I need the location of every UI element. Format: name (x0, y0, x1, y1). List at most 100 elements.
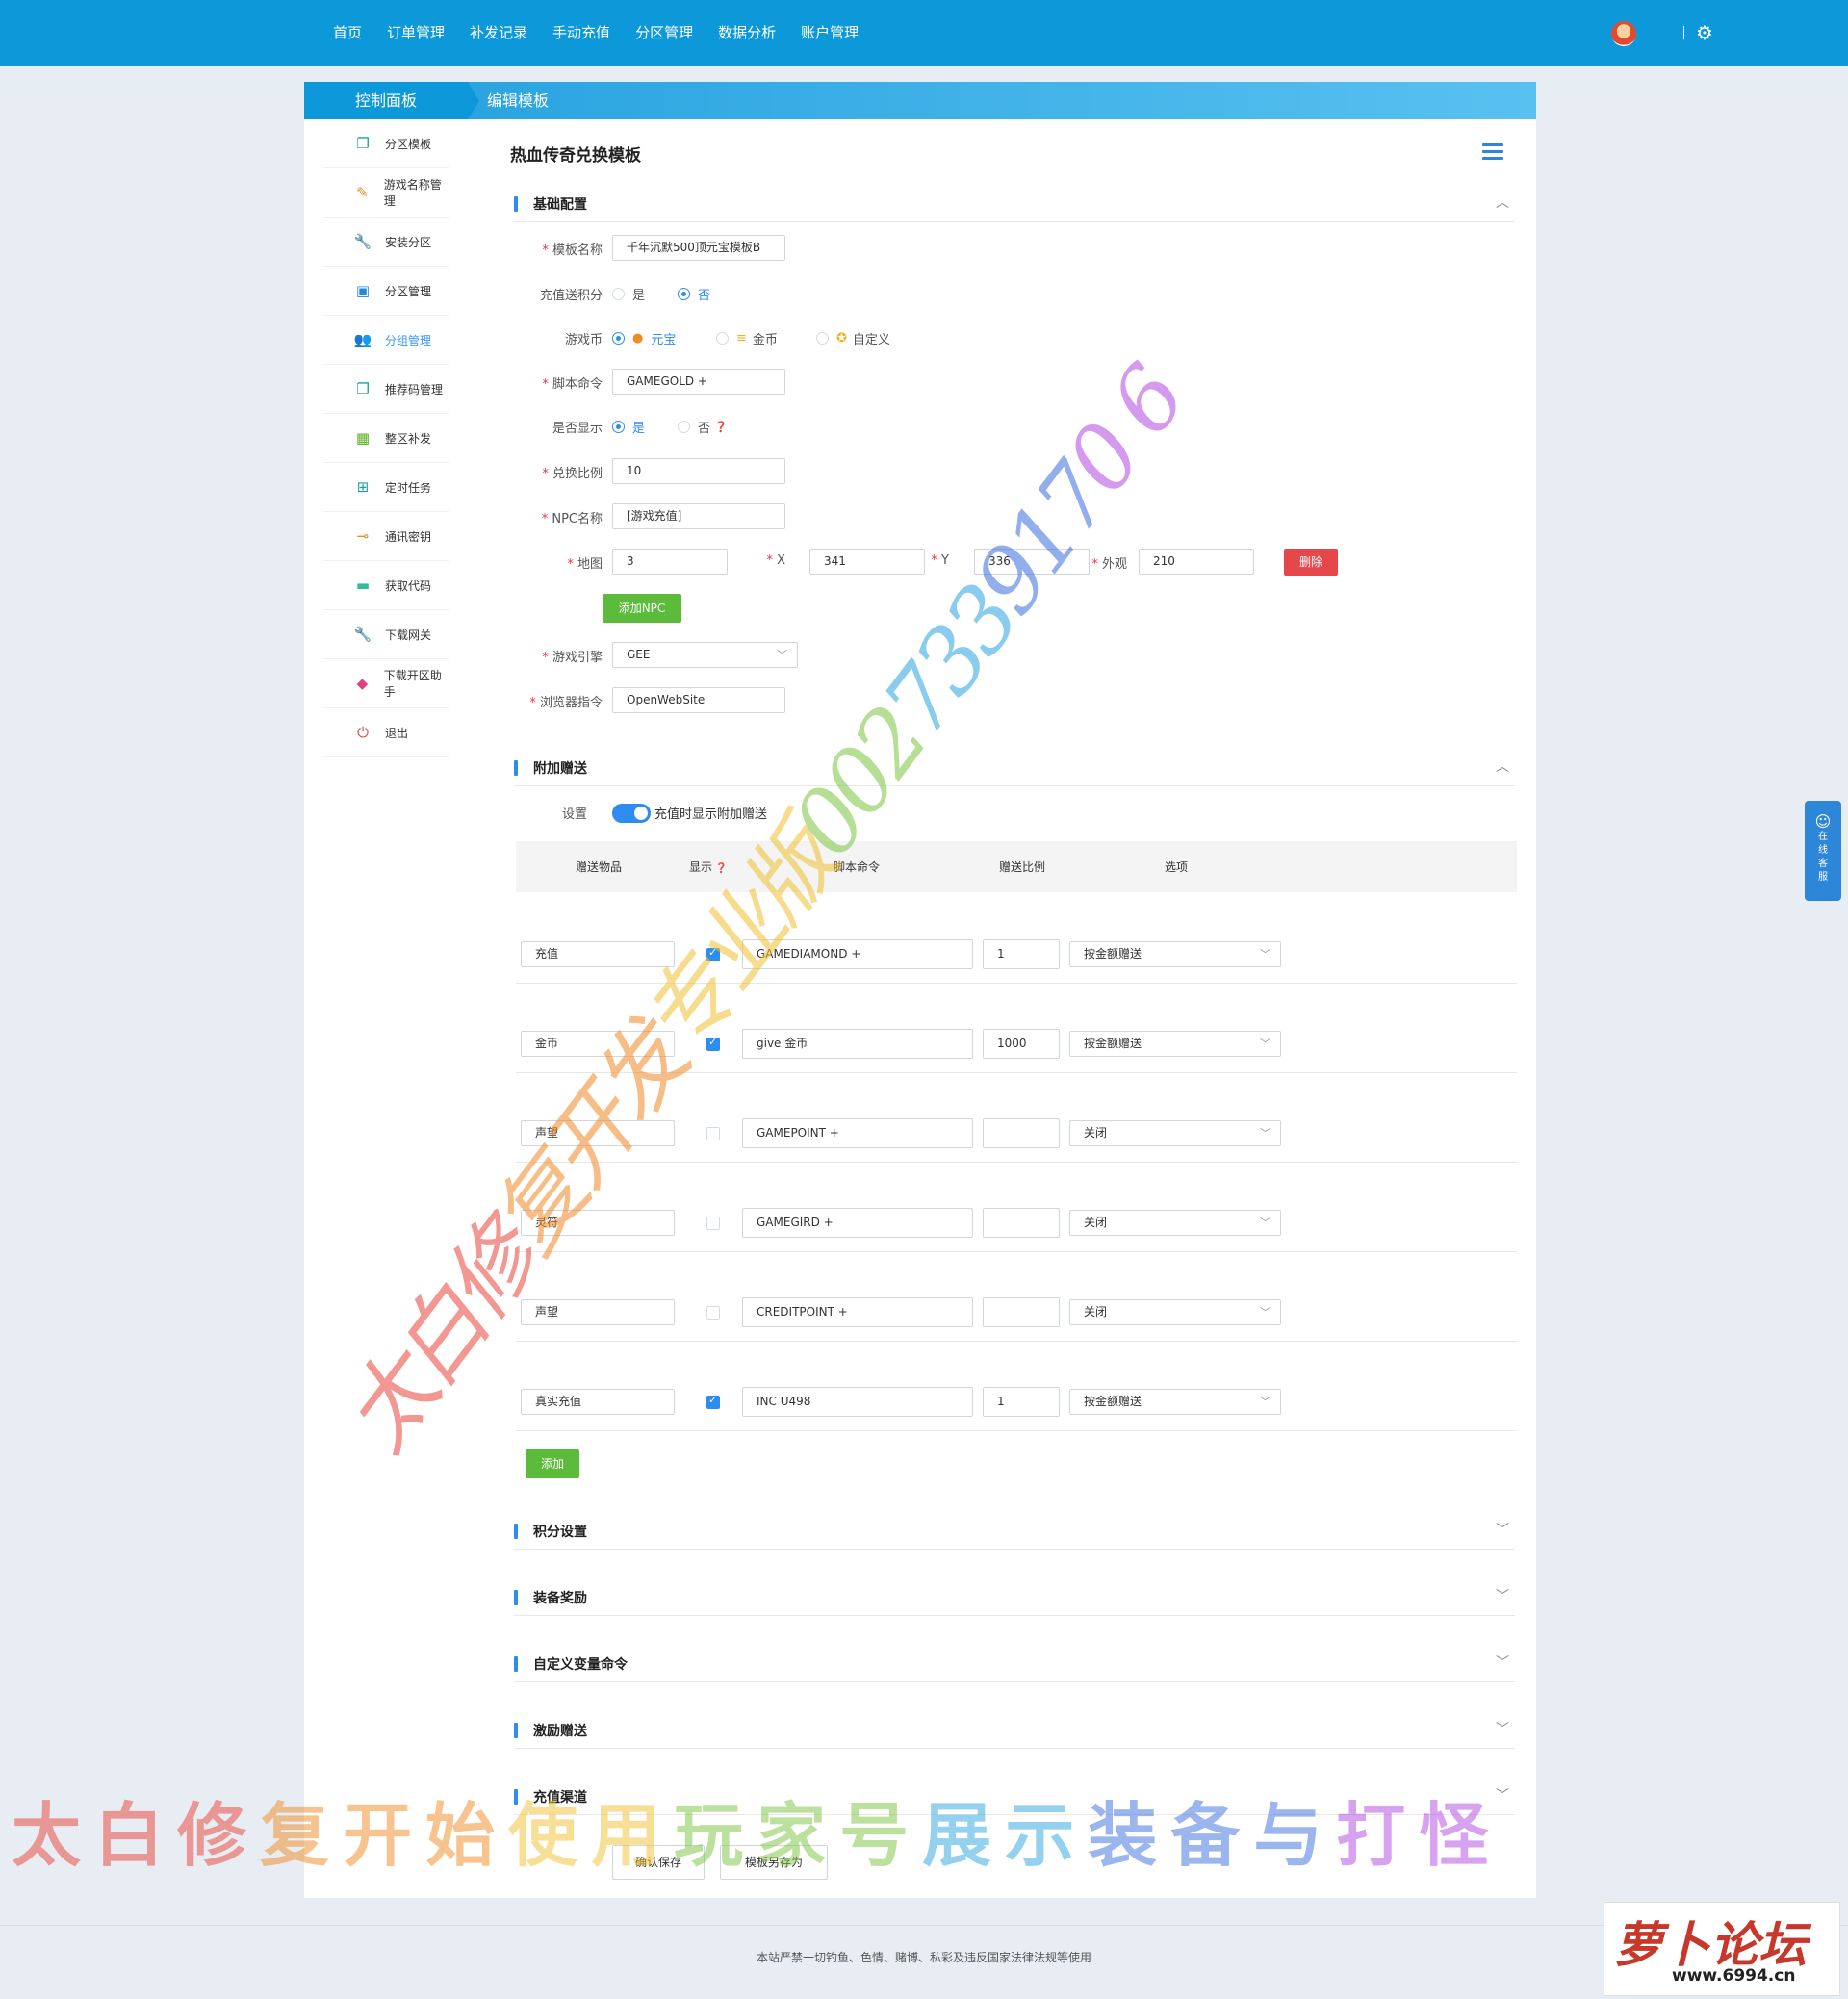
nav-reissue[interactable]: 补发记录 (470, 0, 527, 66)
option-select[interactable]: 按金额赠送 ﹀ (1069, 1031, 1281, 1057)
option-select[interactable]: 关闭 ﹀ (1069, 1210, 1281, 1236)
gift-ratio-input[interactable]: 1000 (983, 1029, 1060, 1059)
gift-ratio-input[interactable] (983, 1118, 1060, 1148)
chevron-down-icon: ﹀ (1260, 1127, 1270, 1140)
x-label: * X (766, 553, 785, 568)
sidebar-item[interactable]: ❐ 分区模板 (323, 119, 449, 168)
nav-zone-manage[interactable]: 分区管理 (635, 0, 693, 66)
wrench-icon: 🔧 (353, 626, 372, 643)
sidebar-item[interactable]: ⊞ 定时任务 (323, 463, 449, 512)
gear-icon[interactable]: ⚙ (1696, 21, 1713, 44)
chevron-up-icon[interactable]: ︿ (1496, 756, 1509, 776)
menu-icon[interactable] (1482, 143, 1503, 164)
x-input[interactable]: 341 (809, 549, 925, 575)
table-header: 赠送物品 显示 ❓ 脚本命令 赠送比例 选项 (516, 841, 1517, 892)
wrench-icon: 🔧 (353, 233, 372, 250)
script-cmd-input[interactable]: GAMEGIRD + (742, 1208, 973, 1238)
browser-cmd-input[interactable]: OpenWebSite (612, 687, 785, 713)
sidebar-item[interactable]: ⏻ 退出 (323, 708, 449, 757)
delete-npc-button[interactable]: 删除 (1284, 549, 1338, 576)
script-cmd-label: * 脚本命令 (542, 377, 603, 392)
extra-toggle[interactable] (612, 804, 651, 823)
map-input[interactable]: 3 (612, 549, 728, 575)
script-cmd-input[interactable]: INC U498 (742, 1387, 973, 1417)
script-cmd-input[interactable]: GAMEGOLD + (612, 369, 785, 395)
option-select[interactable]: 关闭 ﹀ (1069, 1120, 1281, 1146)
ratio-input[interactable]: 10 (612, 458, 785, 484)
points-no-radio[interactable]: 否 (678, 285, 710, 303)
show-checkbox[interactable] (706, 1306, 720, 1320)
sidebar-item[interactable]: ▬ 获取代码 (323, 561, 449, 610)
template-name-label: * 模板名称 (542, 243, 603, 258)
sidebar-item[interactable]: ◆ 下载开区助手 (323, 659, 449, 708)
section-title: 积分设置 (533, 1525, 587, 1540)
show-checkbox[interactable] (706, 1217, 720, 1230)
nav-orders[interactable]: 订单管理 (387, 0, 445, 66)
npc-name-input[interactable]: [游戏充值] (612, 503, 785, 529)
sidebar-item[interactable]: ✎ 游戏名称管理 (323, 168, 449, 218)
nav-manual-recharge[interactable]: 手动充值 (552, 0, 610, 66)
script-cmd-input[interactable]: GAMEPOINT + (742, 1118, 973, 1148)
option-select[interactable]: 按金额赠送 ﹀ (1069, 941, 1281, 967)
page-title: 热血传奇兑换模板 (510, 146, 641, 166)
currency-custom-radio[interactable]: ✪ 自定义 (816, 329, 890, 347)
show-yes-radio[interactable]: 是 (612, 418, 645, 436)
section-collapsed[interactable]: 积分设置 ﹀ (514, 1516, 1515, 1550)
currency-yuanbao-radio[interactable]: ● 元宝 (612, 329, 676, 347)
section-extra[interactable]: 附加赠送 ︿ (514, 753, 1515, 786)
sidebar-item[interactable]: 👥 分组管理 (323, 316, 449, 365)
show-no-radio[interactable]: 否 ❓ (678, 418, 728, 436)
chevron-down-icon[interactable]: ﹀ (1496, 1520, 1509, 1539)
sidebar-item[interactable]: 🔧 下载网关 (323, 610, 449, 659)
sidebar-title: 控制面板 (304, 82, 468, 119)
row-divider (516, 1251, 1517, 1252)
currency-gold-radio[interactable]: ≡ 金币 (716, 329, 778, 347)
option-select[interactable]: 按金额赠送 ﹀ (1069, 1389, 1281, 1415)
inbox-icon: ▣ (355, 282, 371, 299)
nav-analytics[interactable]: 数据分析 (718, 0, 776, 66)
section-collapsed[interactable]: 自定义变量命令 ﹀ (514, 1649, 1515, 1682)
nav-account[interactable]: 账户管理 (801, 0, 859, 66)
nav-home[interactable]: 首页 (333, 0, 362, 66)
ratio-label: * 兑换比例 (542, 467, 603, 481)
sidebar-item[interactable]: ▦ 整区补发 (323, 414, 449, 463)
sidebar-item-label: 退出 (385, 726, 409, 740)
sidebar-item-label: 下载开区助手 (383, 669, 442, 699)
sidebar-item[interactable]: ▣ 分区管理 (323, 267, 449, 316)
script-cmd-input[interactable]: give 金币 (742, 1029, 973, 1059)
section-collapsed[interactable]: 装备奖励 ﹀ (514, 1582, 1515, 1616)
avatar[interactable] (1611, 21, 1636, 46)
section-basic[interactable]: 基础配置 ︿ (514, 189, 1515, 222)
sidebar-item-label: 安装分区 (385, 235, 432, 249)
show-checkbox[interactable] (706, 1127, 720, 1140)
section-title: 激励赠送 (533, 1724, 587, 1739)
chevron-up-icon[interactable]: ︿ (1496, 192, 1509, 212)
section-collapsed[interactable]: 激励赠送 ﹀ (514, 1715, 1515, 1749)
look-input[interactable]: 210 (1139, 549, 1254, 575)
chevron-down-icon: ﹀ (1260, 1038, 1270, 1050)
gift-ratio-input[interactable] (983, 1297, 1060, 1327)
setting-label: 设置 (561, 807, 587, 822)
chevron-down-icon[interactable]: ﹀ (1496, 1653, 1509, 1672)
sidebar-item[interactable]: 🔧 安装分区 (323, 218, 449, 267)
template-name-input[interactable]: 千年沉默500顶元宝模板B (612, 235, 785, 261)
gift-ratio-input[interactable]: 1 (983, 939, 1060, 969)
online-service-button[interactable]: ☺ 在 线 客 服 (1805, 801, 1841, 901)
gift-ratio-input[interactable]: 1 (983, 1387, 1060, 1417)
gift-item-input[interactable]: 声望 (521, 1299, 675, 1325)
tab-edit-template[interactable]: 编辑模板 (487, 82, 549, 119)
gift-ratio-input[interactable] (983, 1208, 1060, 1238)
option-select[interactable]: 关闭 ﹀ (1069, 1299, 1281, 1325)
chevron-down-icon[interactable]: ﹀ (1496, 1586, 1509, 1605)
sidebar-item[interactable]: ❐ 推荐码管理 (323, 365, 449, 414)
gift-item-input[interactable]: 真实充值 (521, 1389, 675, 1415)
chevron-down-icon[interactable]: ﹀ (1496, 1719, 1509, 1738)
points-yes-radio[interactable]: 是 (612, 285, 645, 303)
engine-select[interactable]: GEE ﹀ (612, 642, 798, 668)
add-row-button[interactable]: 添加 (526, 1449, 579, 1478)
footer-divider (0, 1925, 1848, 1926)
script-cmd-input[interactable]: CREDITPOINT + (742, 1297, 973, 1327)
sidebar-item[interactable]: ⊸ 通讯密钥 (323, 512, 449, 561)
show-checkbox[interactable] (706, 1394, 720, 1409)
add-npc-button[interactable]: 添加NPC (603, 594, 681, 623)
